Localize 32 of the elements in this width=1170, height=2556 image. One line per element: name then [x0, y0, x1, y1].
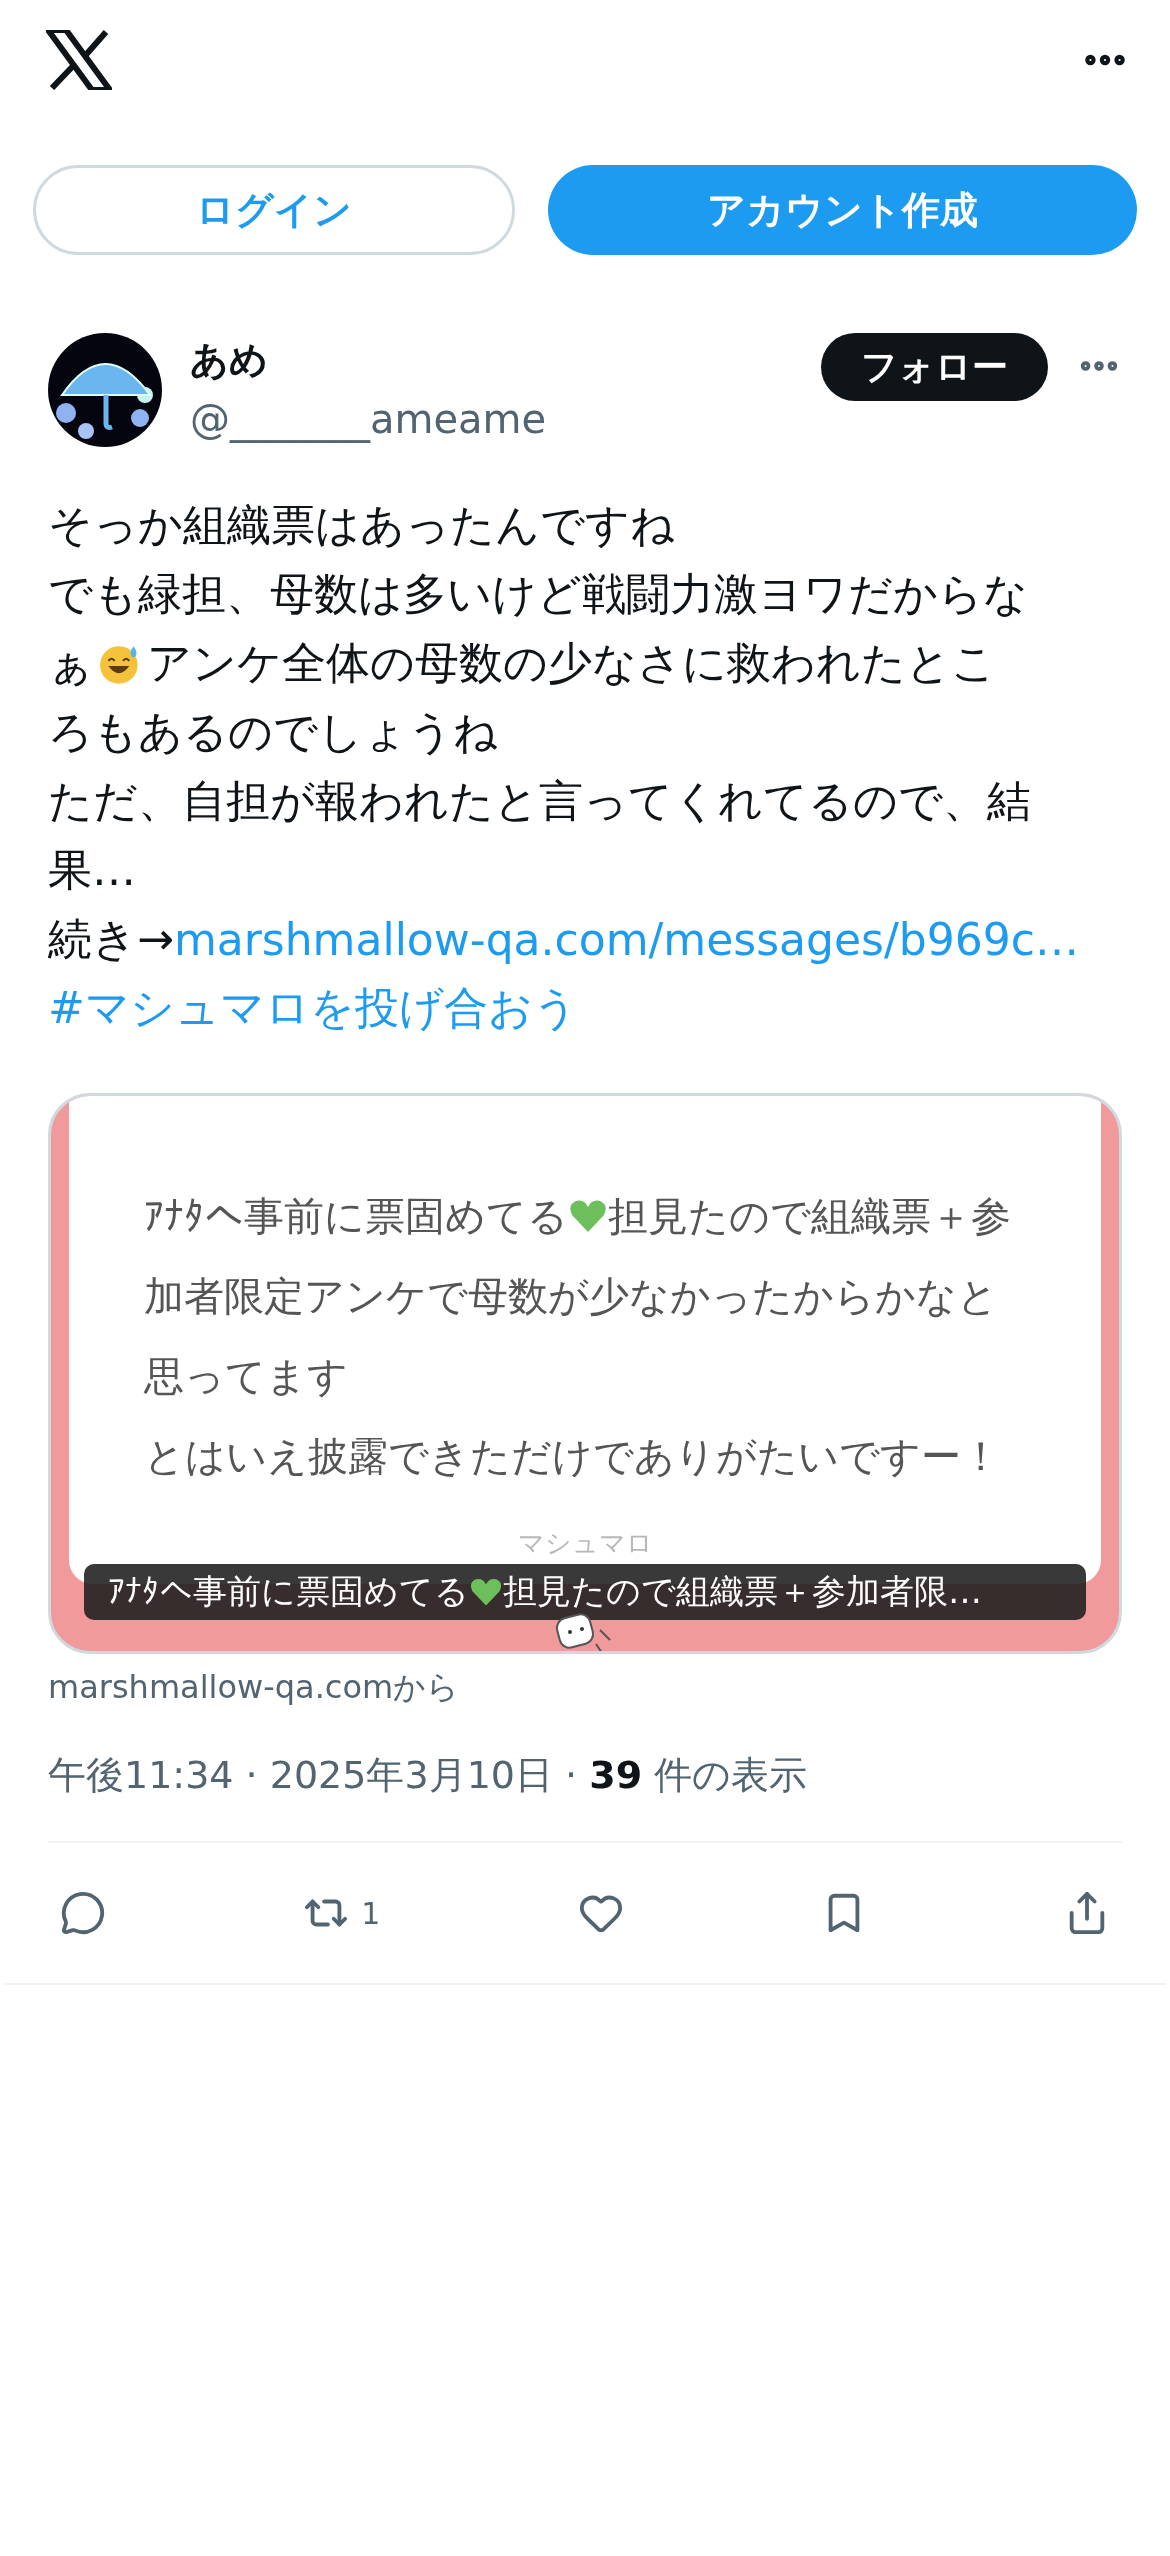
reply-button[interactable] — [60, 1890, 106, 1936]
author-name: あめ — [190, 337, 269, 384]
post-text: アンケ全体の母数の少なさに救われたとこ — [146, 636, 996, 690]
post-text: ぁ — [48, 636, 93, 690]
x-logo-icon[interactable] — [46, 30, 112, 90]
post-link[interactable]: marshmallow-qa.com/messages/b969c… — [173, 914, 1079, 965]
post-text: ろもあるのでしょうね — [48, 705, 498, 759]
post-link[interactable]: #マシュマロを投げ合おう — [48, 979, 578, 1038]
post-text: ただ、自担が報われたと言ってくれてるので、結 — [48, 774, 1031, 828]
repost-count: 1 — [361, 1895, 381, 1931]
repost-button[interactable]: 1 — [303, 1890, 381, 1936]
post-text: そっか組織票はあったんですね — [48, 498, 675, 552]
card-caption: 担見たので組織票＋参加者限… — [503, 1570, 982, 1613]
card-text: ｱﾅﾀへ事前に票固めてる — [144, 1191, 568, 1241]
card-brand: マシュマロ — [517, 1527, 653, 1560]
login-button[interactable]: ログイン — [33, 165, 515, 255]
card-source: marshmallow-qa.comから — [48, 1667, 461, 1708]
avatar[interactable] — [48, 333, 162, 447]
post-timestamp: 午後11:34 · 2025年3月10日 · 39 件の表示 — [48, 1750, 1122, 1843]
card-caption: ｱﾅﾀへ事前に票固めてる — [108, 1570, 469, 1613]
card-text: とはいえ披露できただけでありがたいですー！ — [144, 1431, 1001, 1481]
card-text: 加者限定アンケで母数が少なかったからかなと — [144, 1271, 998, 1321]
author-handle: @_______ameame — [190, 395, 548, 445]
post-text: 果… — [48, 843, 136, 897]
sign-up-button[interactable]: アカウント作成 — [547, 165, 1137, 255]
post-text: 続き→ — [48, 912, 174, 966]
link-card[interactable]: ｱﾅﾀへ事前に票固めてる 担見たので組織票＋参 加者限定アンケで母数が少なかったからかなと 思ってます とはいえ披露できただけでありがたいですー！ マシュマロ ｱﾅﾀへ事前に票固めてる 担見たので組織票＋参加者限… — [48, 1093, 1122, 1654]
follow-button[interactable]: フォロー — [821, 333, 1048, 401]
card-text: 思ってます — [144, 1351, 348, 1401]
post-text: でも緑担、母数は多いけど戦闘力激ヨワだからな — [48, 567, 1028, 621]
card-text: 担見たので組織票＋参 — [608, 1191, 1011, 1241]
reply-icon — [60, 1890, 106, 1936]
